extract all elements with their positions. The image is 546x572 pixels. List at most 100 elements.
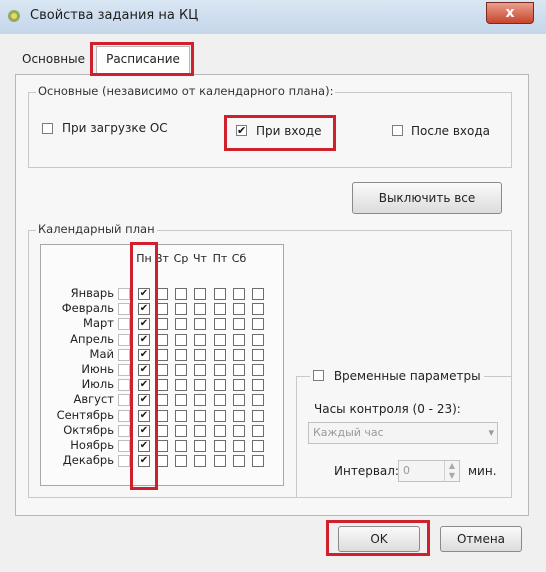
day-header[interactable]: Пт bbox=[212, 252, 228, 265]
day-checkbox[interactable] bbox=[214, 394, 226, 407]
day-checkbox[interactable] bbox=[194, 364, 206, 376]
month-label[interactable]: Июль bbox=[36, 377, 114, 391]
day-checkbox[interactable] bbox=[252, 424, 264, 437]
checkbox-time-params[interactable] bbox=[313, 370, 324, 381]
close-button[interactable]: x bbox=[486, 2, 534, 24]
day-checkbox[interactable] bbox=[252, 409, 264, 422]
month-toggle-checkbox[interactable] bbox=[118, 409, 130, 422]
month-label[interactable]: Сентябрь bbox=[36, 408, 114, 422]
day-checkbox[interactable] bbox=[175, 440, 187, 452]
day-checkbox[interactable] bbox=[233, 288, 245, 300]
spinner-arrows-icon[interactable]: ▲ ▼ bbox=[444, 461, 459, 481]
day-checkbox[interactable] bbox=[233, 379, 245, 392]
day-checkbox[interactable] bbox=[233, 348, 245, 361]
day-checkbox[interactable] bbox=[252, 333, 264, 346]
day-checkbox[interactable] bbox=[233, 318, 245, 331]
day-checkbox[interactable] bbox=[194, 455, 206, 468]
day-checkbox[interactable] bbox=[175, 424, 187, 437]
month-toggle-checkbox[interactable] bbox=[118, 424, 130, 437]
day-checkbox[interactable] bbox=[233, 364, 245, 376]
month-label[interactable]: Январь bbox=[36, 286, 114, 300]
day-checkbox[interactable] bbox=[214, 348, 226, 361]
day-checkbox[interactable] bbox=[175, 394, 187, 407]
month-label[interactable]: Апрель bbox=[36, 332, 114, 346]
month-toggle-checkbox[interactable] bbox=[118, 348, 130, 361]
month-toggle-checkbox[interactable] bbox=[118, 394, 130, 407]
day-checkbox[interactable] bbox=[194, 333, 206, 346]
day-checkbox[interactable] bbox=[252, 455, 264, 468]
month-toggle-checkbox[interactable] bbox=[118, 364, 130, 376]
day-header[interactable]: Сб bbox=[231, 252, 247, 265]
day-checkbox[interactable] bbox=[214, 440, 226, 452]
day-checkbox[interactable] bbox=[175, 288, 187, 300]
day-checkbox[interactable] bbox=[175, 379, 187, 392]
day-checkbox[interactable] bbox=[252, 379, 264, 392]
day-checkbox[interactable] bbox=[214, 288, 226, 300]
day-checkbox[interactable] bbox=[194, 288, 206, 300]
day-checkbox[interactable] bbox=[175, 348, 187, 361]
day-checkbox[interactable] bbox=[233, 394, 245, 407]
day-checkbox[interactable] bbox=[252, 303, 264, 316]
cancel-button[interactable]: Отмена bbox=[440, 526, 522, 552]
day-checkbox[interactable] bbox=[233, 455, 245, 468]
day-checkbox[interactable] bbox=[233, 333, 245, 346]
checkbox-after-login[interactable] bbox=[392, 125, 403, 136]
day-checkbox[interactable] bbox=[233, 424, 245, 437]
checkbox-os-load[interactable] bbox=[42, 123, 53, 134]
disable-all-button[interactable]: Выключить все bbox=[352, 182, 502, 214]
month-label[interactable]: Июнь bbox=[36, 362, 114, 376]
day-checkbox[interactable] bbox=[194, 394, 206, 407]
day-checkbox[interactable] bbox=[175, 303, 187, 316]
day-checkbox[interactable] bbox=[252, 318, 264, 331]
day-checkbox[interactable] bbox=[194, 424, 206, 437]
day-checkbox[interactable] bbox=[175, 364, 187, 376]
month-label[interactable]: Март bbox=[36, 316, 114, 330]
month-label[interactable]: Декабрь bbox=[36, 453, 114, 467]
day-checkbox[interactable] bbox=[194, 379, 206, 392]
day-header[interactable]: Ср bbox=[173, 252, 189, 265]
month-label[interactable]: Ноябрь bbox=[36, 438, 114, 452]
day-checkbox[interactable] bbox=[233, 440, 245, 452]
day-checkbox[interactable] bbox=[194, 303, 206, 316]
hours-label: Часы контроля (0 - 23): bbox=[314, 402, 461, 416]
day-checkbox[interactable] bbox=[214, 318, 226, 331]
day-checkbox[interactable] bbox=[194, 409, 206, 422]
day-checkbox[interactable] bbox=[214, 379, 226, 392]
day-checkbox[interactable] bbox=[252, 348, 264, 361]
day-checkbox[interactable] bbox=[233, 303, 245, 316]
month-toggle-checkbox[interactable] bbox=[118, 333, 130, 346]
month-toggle-checkbox[interactable] bbox=[118, 455, 130, 468]
month-label[interactable]: Октябрь bbox=[36, 423, 114, 437]
day-checkbox[interactable] bbox=[214, 409, 226, 422]
day-checkbox[interactable] bbox=[214, 455, 226, 468]
day-checkbox[interactable] bbox=[194, 348, 206, 361]
day-checkbox[interactable] bbox=[252, 364, 264, 376]
month-toggle-checkbox[interactable] bbox=[118, 303, 130, 316]
day-checkbox[interactable] bbox=[252, 440, 264, 452]
day-checkbox[interactable] bbox=[175, 318, 187, 331]
month-label[interactable]: Май bbox=[36, 347, 114, 361]
day-checkbox[interactable] bbox=[175, 455, 187, 468]
day-checkbox[interactable] bbox=[233, 409, 245, 422]
interval-field[interactable]: 0 ▲ ▼ bbox=[398, 460, 460, 482]
month-toggle-checkbox[interactable] bbox=[118, 440, 130, 452]
day-checkbox[interactable] bbox=[252, 288, 264, 300]
day-checkbox[interactable] bbox=[214, 364, 226, 376]
day-checkbox[interactable] bbox=[214, 333, 226, 346]
tab-general[interactable]: Основные bbox=[22, 52, 85, 66]
highlight-on-login bbox=[224, 115, 336, 151]
month-toggle-checkbox[interactable] bbox=[118, 379, 130, 392]
month-toggle-checkbox[interactable] bbox=[118, 288, 130, 300]
day-checkbox[interactable] bbox=[252, 394, 264, 407]
day-checkbox[interactable] bbox=[194, 440, 206, 452]
day-header[interactable]: Чт bbox=[192, 252, 208, 265]
month-label[interactable]: Август bbox=[36, 392, 114, 406]
day-checkbox[interactable] bbox=[194, 318, 206, 331]
month-toggle-checkbox[interactable] bbox=[118, 318, 130, 331]
day-checkbox[interactable] bbox=[175, 333, 187, 346]
month-label[interactable]: Февраль bbox=[36, 301, 114, 315]
day-checkbox[interactable] bbox=[175, 409, 187, 422]
hours-select[interactable]: Каждый час ▾ bbox=[308, 422, 498, 444]
day-checkbox[interactable] bbox=[214, 303, 226, 316]
day-checkbox[interactable] bbox=[214, 424, 226, 437]
